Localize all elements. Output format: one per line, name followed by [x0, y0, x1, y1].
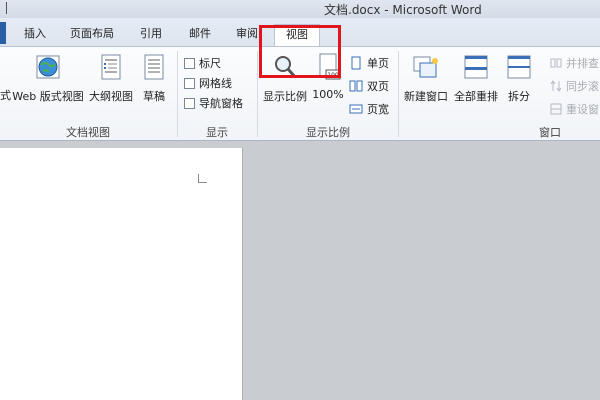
- outline-view-button[interactable]: 大纲视图: [86, 53, 136, 104]
- reset-position-label: 重设窗: [566, 103, 599, 116]
- web-layout-label: Web 版式视图: [12, 90, 84, 103]
- document-page[interactable]: [0, 148, 243, 400]
- tab-references[interactable]: 引用: [134, 24, 168, 44]
- arrange-all-icon: [464, 55, 488, 79]
- two-pages-button[interactable]: 双页: [349, 78, 389, 94]
- draft-view-button[interactable]: 草稿: [140, 53, 168, 104]
- group-label-show: 显示: [206, 126, 228, 139]
- web-layout-button[interactable]: Web 版式视图: [12, 53, 84, 104]
- zoom-100-button[interactable]: 100 100%: [312, 53, 344, 101]
- page-width-label: 页宽: [367, 103, 389, 116]
- page-100-icon-text: 100: [327, 72, 339, 79]
- page-width-icon: [349, 104, 363, 114]
- sync-scroll-label: 同步滚: [566, 80, 599, 93]
- split-label: 拆分: [508, 90, 530, 103]
- outline-view-label: 大纲视图: [89, 90, 133, 103]
- new-window-button[interactable]: 新建窗口: [402, 53, 450, 104]
- checkbox-icon: [184, 57, 195, 69]
- ribbon-tab-bar: 插入 页面布局 引用 邮件 审阅 视图: [0, 18, 600, 78]
- zoom-button[interactable]: 显示比例: [260, 53, 310, 104]
- print-layout-partial-label[interactable]: 式: [0, 87, 11, 103]
- two-pages-label: 双页: [367, 80, 389, 93]
- zoom-100-label: 100%: [312, 88, 344, 101]
- split-icon: [507, 55, 531, 79]
- one-page-button[interactable]: 单页: [349, 55, 389, 71]
- group-separator: [398, 51, 399, 137]
- gridlines-checkbox[interactable]: 网格线: [184, 75, 232, 91]
- title-bar: 文档.docx - Microsoft Word: [0, 0, 600, 18]
- checkbox-icon: [184, 97, 195, 109]
- document-area: [0, 141, 600, 400]
- one-page-label: 单页: [367, 57, 389, 70]
- tab-page-layout[interactable]: 页面布局: [66, 24, 118, 44]
- group-label-window: 窗口: [539, 126, 561, 139]
- tab-mailings[interactable]: 邮件: [183, 24, 217, 44]
- ribbon-panel: 式 Web 版式视图 大纲视图 草稿 文档视图 标尺 网格线 导航窗格 显示 显…: [0, 46, 600, 141]
- group-label-document-views: 文档视图: [66, 126, 110, 139]
- sync-scroll-icon: [550, 80, 562, 92]
- ruler-checkbox[interactable]: 标尺: [184, 55, 221, 71]
- new-window-label: 新建窗口: [404, 90, 448, 103]
- page-100-icon: 100: [319, 53, 341, 80]
- tab-file[interactable]: [0, 22, 6, 44]
- side-by-side-label: 并排查: [566, 57, 599, 70]
- new-window-icon: [413, 56, 438, 78]
- sync-scroll-button[interactable]: 同步滚: [550, 78, 599, 94]
- window-title: 文档.docx - Microsoft Word: [324, 3, 482, 17]
- view-side-by-side-button[interactable]: 并排查: [550, 55, 599, 71]
- arrange-all-label: 全部重排: [454, 90, 498, 103]
- tab-insert[interactable]: 插入: [18, 24, 52, 44]
- tab-view[interactable]: 视图: [274, 24, 320, 46]
- reset-window-position-button[interactable]: 重设窗: [550, 101, 599, 117]
- checkbox-icon: [184, 77, 195, 89]
- zoom-label: 显示比例: [263, 90, 307, 103]
- page-width-button[interactable]: 页宽: [349, 101, 389, 117]
- navigation-pane-checkbox[interactable]: 导航窗格: [184, 95, 243, 111]
- globe-icon: [36, 55, 60, 79]
- outline-icon: [101, 54, 121, 80]
- draft-icon: [144, 54, 164, 80]
- one-page-icon: [351, 56, 361, 70]
- quick-access-separator: [0, 2, 7, 14]
- arrange-all-button[interactable]: 全部重排: [452, 53, 500, 104]
- tab-review[interactable]: 审阅: [230, 24, 264, 44]
- split-button[interactable]: 拆分: [505, 53, 533, 104]
- ruler-label: 标尺: [199, 57, 221, 70]
- draft-view-label: 草稿: [143, 90, 165, 103]
- side-by-side-icon: [550, 58, 562, 68]
- group-label-zoom: 显示比例: [306, 126, 350, 139]
- two-pages-icon: [349, 80, 363, 92]
- magnifier-icon: [275, 56, 297, 78]
- navigation-pane-label: 导航窗格: [199, 97, 243, 110]
- reset-position-icon: [550, 103, 562, 115]
- margin-corner-mark: [198, 174, 207, 183]
- gridlines-label: 网格线: [199, 77, 232, 90]
